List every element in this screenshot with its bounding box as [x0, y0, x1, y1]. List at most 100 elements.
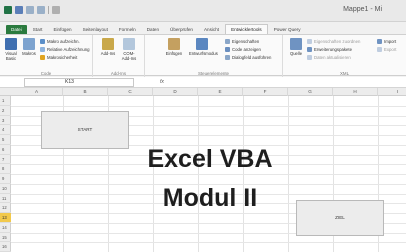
save-icon[interactable]	[15, 6, 23, 14]
tab-power-query[interactable]: Power Query	[269, 25, 306, 34]
macro-security-button[interactable]: Makrosicherheit	[40, 55, 77, 60]
visual-basic-icon	[5, 38, 17, 50]
ziel-button-shape[interactable]: ZIEL	[296, 200, 384, 236]
xml-source-label: Quelle	[289, 51, 303, 56]
column-header-a[interactable]: A	[11, 88, 63, 96]
macros-button[interactable]: Makros	[20, 38, 38, 56]
xml-source-button[interactable]: Quelle	[287, 38, 305, 56]
addins-button[interactable]: Add-Ins	[99, 38, 117, 56]
undo-icon[interactable]	[26, 6, 34, 14]
column-header-i[interactable]: I	[378, 88, 406, 96]
row-header-6[interactable]: 6	[0, 145, 11, 155]
column-header-b[interactable]: B	[63, 88, 108, 96]
record-macro-button[interactable]: Makro aufzeichn.	[40, 39, 80, 44]
visual-basic-label: Visual Basic	[5, 51, 17, 61]
xml-source-icon	[290, 38, 302, 50]
insert-control-button[interactable]: Einfügen	[165, 38, 183, 56]
row-header-1[interactable]: 1	[0, 96, 11, 106]
map-properties-button[interactable]: Eigenschaften zuordnen	[307, 39, 360, 44]
start-button-shape[interactable]: START	[41, 111, 129, 149]
worksheet-grid[interactable]: ABCDEFGHI 1 2 3 4 5 6 7 8 9 10 11 12 13 14 15 16 START …	[0, 88, 406, 252]
column-header-e[interactable]: E	[198, 88, 243, 96]
properties-button[interactable]: Eigenschaften	[225, 39, 259, 44]
row-header-12[interactable]: 12	[0, 203, 11, 213]
relative-refs-button[interactable]: Relative Aufzeichnung	[40, 47, 90, 52]
column-header-g[interactable]: G	[288, 88, 333, 96]
row-header-9[interactable]: 9	[0, 174, 11, 184]
insert-control-label: Einfügen	[165, 51, 183, 56]
record-macro-label: Makro aufzeichn.	[47, 39, 80, 44]
tab-seitenlayout[interactable]: Seitenlayout	[78, 25, 113, 34]
import-icon	[377, 39, 382, 44]
macros-icon	[23, 38, 35, 50]
design-mode-icon	[196, 38, 208, 50]
export-icon	[377, 47, 382, 52]
view-code-button[interactable]: Code anzeigen	[225, 47, 261, 52]
xml-group-label: XML	[339, 71, 350, 76]
row-header-14[interactable]: 14	[0, 223, 11, 233]
name-box[interactable]: K13	[24, 78, 134, 87]
controls-group-label: Steuerelemente	[198, 71, 229, 76]
tab-daten[interactable]: Daten	[142, 25, 164, 34]
row-header-13[interactable]: 13	[0, 213, 11, 223]
controls-group: Einfügen Entwurfsmodus Eigenschaften Cod…	[145, 35, 283, 77]
row-gridline	[11, 242, 406, 244]
row-header-10[interactable]: 10	[0, 184, 11, 194]
addins-icon	[102, 38, 114, 50]
column-header-h[interactable]: H	[333, 88, 378, 96]
row-header-7[interactable]: 7	[0, 155, 11, 165]
design-mode-button[interactable]: Entwurfsmodus	[189, 38, 218, 56]
row-header-4[interactable]: 4	[0, 125, 11, 135]
expansion-packs-button[interactable]: Erweiterungspakete	[307, 47, 352, 52]
column-header-d[interactable]: D	[153, 88, 198, 96]
tab-entwicklertools[interactable]: Entwicklertools	[225, 24, 268, 34]
column-header-c[interactable]: C	[108, 88, 153, 96]
run-dialog-button[interactable]: Dialogfeld ausführen	[225, 55, 271, 60]
export-button[interactable]: Export	[377, 47, 396, 52]
column-header-f[interactable]: F	[243, 88, 288, 96]
refresh-data-button[interactable]: Daten aktualisieren	[307, 55, 351, 60]
expansion-packs-icon	[307, 47, 312, 52]
tab-einfügen[interactable]: Einfügen	[48, 25, 76, 34]
title-bar: Mappe1 - Mi	[0, 0, 406, 22]
tab-ansicht[interactable]: Ansicht	[199, 25, 224, 34]
row-header-16[interactable]: 16	[0, 242, 11, 252]
com-addins-icon	[123, 38, 135, 50]
properties-icon	[225, 39, 230, 44]
row-header-2[interactable]: 2	[0, 106, 11, 116]
row-gridline	[11, 105, 406, 107]
row-header-5[interactable]: 5	[0, 135, 11, 145]
import-button[interactable]: Import	[377, 39, 396, 44]
quick-access-toolbar	[4, 6, 60, 14]
refresh-data-label: Daten aktualisieren	[314, 55, 351, 60]
customize-toolbar-icon[interactable]	[52, 6, 60, 14]
visual-basic-button[interactable]: Visual Basic	[2, 38, 20, 61]
tab-datei[interactable]: Datei	[6, 25, 27, 34]
ribbon: Visual Basic Makros Makro aufzeichn. Rel…	[0, 34, 406, 77]
relative-refs-icon	[40, 47, 45, 52]
macros-label: Makros	[22, 51, 36, 56]
row-header-11[interactable]: 11	[0, 194, 11, 204]
code-group: Visual Basic Makros Makro aufzeichn. Rel…	[0, 35, 93, 77]
tab-start[interactable]: Start	[28, 25, 48, 34]
refresh-icon	[307, 55, 312, 60]
redo-icon[interactable]	[37, 6, 45, 14]
ribbon-tabs: Datei Start Einfügen Seitenlayout Formeln Dat…	[0, 22, 406, 34]
tab-überprüfen[interactable]: Überprüfen	[165, 25, 198, 34]
excel-logo-icon	[4, 6, 12, 14]
map-properties-icon	[307, 39, 312, 44]
tab-formeln[interactable]: Formeln	[114, 25, 141, 34]
com-addins-label: COM-Add-Ins	[121, 51, 137, 61]
toolbox-icon	[168, 38, 180, 50]
relative-refs-label: Relative Aufzeichnung	[47, 47, 90, 52]
com-addins-button[interactable]: COM-Add-Ins	[120, 38, 138, 61]
row-gridline	[11, 174, 406, 175]
row-header-8[interactable]: 8	[0, 164, 11, 174]
row-header-15[interactable]: 15	[0, 233, 11, 243]
design-mode-label: Entwurfsmodus	[189, 51, 218, 56]
formula-bar: K13 fx	[0, 77, 406, 88]
row-headers: 1 2 3 4 5 6 7 8 9 10 11 12 13 14 15 16	[0, 96, 11, 252]
row-header-3[interactable]: 3	[0, 116, 11, 126]
insert-function-icon[interactable]: fx	[160, 79, 164, 85]
addins-label: Add-Ins	[100, 51, 116, 56]
